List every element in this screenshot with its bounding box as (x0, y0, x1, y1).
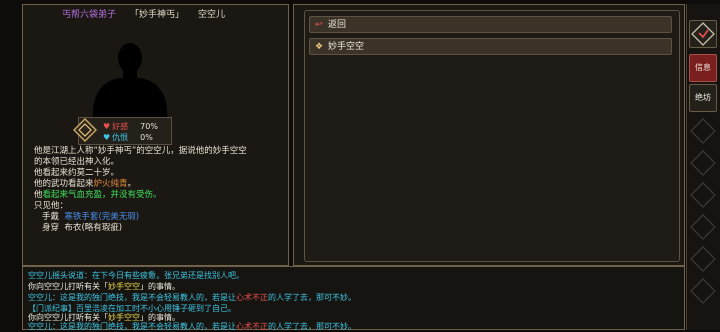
decorative-diamond-icon (690, 214, 716, 240)
skill-label: 妙手空空 (328, 42, 365, 52)
diamond-menu-icon (691, 22, 715, 46)
character-portrait (92, 43, 168, 122)
decorative-diamond-icon (690, 246, 716, 272)
decorative-diamond-icon (690, 182, 716, 208)
desc-line: 他的武功看起来炉火纯青。 (34, 179, 137, 189)
diamond-icon: ❖ (315, 42, 324, 52)
desc-line: 他看起来约莫二十岁。 (34, 168, 120, 178)
relation-stats: ♥ 好感 70% ♥ 仇恨 0% (73, 117, 172, 145)
back-button[interactable]: ↩ 返回 (309, 16, 672, 33)
log-line: 空空儿摇头说道：在下今日有些疲惫，张兄弟还是找别人吧。 (28, 271, 244, 280)
sect-rank: 丐帮六袋弟子 (62, 10, 117, 20)
log-line: 空空儿：这是我的独门绝技，我是不会轻易教人的，若是让心术不正的人学了去，那可不妙… (28, 322, 356, 331)
skill-button[interactable]: ❖ 妙手空空 (309, 38, 672, 55)
character-title: 「妙手神丐」 (130, 10, 185, 20)
tab-battle[interactable]: 绝坊 (689, 84, 717, 112)
tab-info[interactable]: 信息 (689, 54, 717, 82)
decorative-diamond-icon (690, 150, 716, 176)
equipment-row[interactable]: 手戴 寒铁手套(完美无瑕) (34, 212, 284, 223)
desc-line: 只见他： (34, 201, 69, 211)
decorative-diamond-icon (690, 278, 716, 304)
log-line: 你向空空儿打听有关「妙手空空」的事情。 (28, 282, 180, 291)
equipment-row[interactable]: 身穿 布衣(略有瑕疵) (34, 223, 284, 234)
relation-diamond-icon (73, 118, 97, 142)
character-header: 丐帮六袋弟子 「妙手神丐」 空空儿 (62, 7, 312, 20)
character-name: 空空儿 (198, 10, 226, 20)
desc-line: 他是江湖上人称“妙手神丐”的空空儿，据说他的妙手空空 (34, 146, 247, 156)
equipment-item[interactable]: 寒铁手套 (64, 212, 98, 222)
decorative-diamond-icon (690, 118, 716, 144)
menu-button[interactable] (689, 20, 717, 48)
favor-value: 70% (140, 122, 158, 131)
character-description: 他是江湖上人称“妙手神丐”的空空儿，据说他的妙手空空 的本领已经出神入化。 他看… (34, 146, 284, 234)
hatred-label: 仇恨 (112, 133, 129, 142)
return-arrow-icon: ↩ (315, 20, 323, 30)
favor-heart-icon: ♥ (103, 122, 111, 131)
log-line: 空空儿：这是我的独门绝技，我是不会轻易教人的，若是让心术不正的人学了去，那可不妙… (28, 293, 356, 302)
skill-level: 炉火纯青 (93, 179, 128, 189)
equipment-quality: (完美无瑕) (98, 212, 140, 222)
hatred-value: 0% (140, 133, 153, 142)
health-status: 看起来气血充盈，并没有受伤。 (42, 190, 162, 200)
hatred-heart-icon: ♥ (103, 133, 111, 142)
desc-line: 他看起来气血充盈，并没有受伤。 (34, 190, 162, 200)
desc-line: 的本领已经出神入化。 (34, 157, 120, 167)
equipment-quality: (略有瑕疵) (81, 223, 123, 233)
back-label: 返回 (328, 20, 347, 30)
favor-label: 好感 (112, 122, 129, 131)
equipment-item[interactable]: 布衣 (64, 223, 81, 233)
